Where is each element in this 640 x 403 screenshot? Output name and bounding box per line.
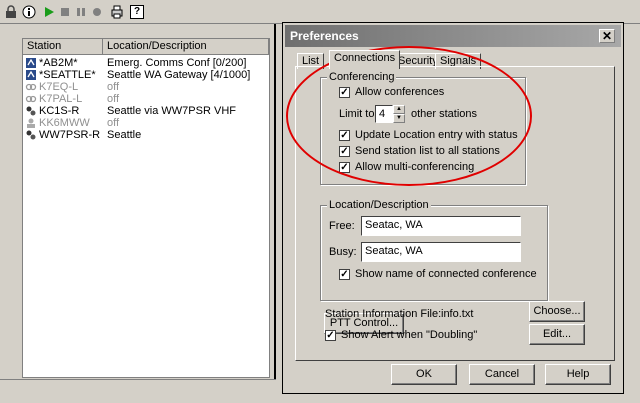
free-input[interactable]: Seatac, WA (361, 216, 521, 236)
station-callsign: *SEATTLE* (39, 69, 96, 81)
column-header-station[interactable]: Station (23, 39, 103, 55)
limit-input[interactable]: 4 (375, 105, 393, 123)
ok-button[interactable]: OK (391, 364, 457, 385)
busy-label: Busy: (329, 246, 357, 258)
station-location: Seattle (107, 129, 142, 141)
station-location: off (107, 117, 120, 129)
allow-conferences-checkbox[interactable]: ✓ (339, 87, 350, 98)
column-header-location[interactable]: Location/Description (103, 39, 269, 55)
station-callsign: KC1S-R (39, 105, 80, 117)
info-icon[interactable] (22, 5, 36, 19)
station-location: Seattle WA Gateway [4/1000] (107, 69, 251, 81)
lock-icon[interactable] (4, 5, 18, 19)
station-location: off (107, 93, 120, 105)
update-location-checkbox[interactable]: ✓ (339, 130, 350, 141)
station-rows: *AB2M* Emerg. Comms Conf [0/200] *SEATTLE*… (23, 56, 269, 356)
repeater-icon (25, 105, 37, 117)
help-button[interactable]: Help (545, 364, 611, 385)
stop-icon[interactable] (58, 5, 72, 19)
limit-suffix: other stations (411, 108, 478, 120)
pause-icon[interactable] (74, 5, 88, 19)
send-station-list-label: Send station list to all stations (355, 145, 500, 157)
station-location: Emerg. Comms Conf [0/200] (107, 57, 247, 69)
tab-connections[interactable]: Connections (329, 50, 401, 69)
status-strip (0, 379, 276, 403)
allow-multi-label: Allow multi-conferencing (355, 161, 475, 173)
free-label: Free: (329, 220, 355, 232)
station-list[interactable]: Station Location/Description *AB2M* Emerg… (22, 38, 270, 378)
update-location-label: Update Location entry with status (355, 129, 518, 141)
station-info-label: Station Information File: (325, 308, 442, 320)
allow-multi-checkbox[interactable]: ✓ (339, 162, 350, 173)
station-location: Seattle via WW7PSR VHF (107, 105, 236, 117)
station-panel: Station Location/Description *AB2M* Emerg… (0, 24, 276, 379)
limit-stepper[interactable]: ▲ ▼ (393, 105, 405, 123)
show-alert-checkbox[interactable]: ✓ (325, 330, 336, 341)
conferencing-group: Conferencing ✓ Allow conferences Limit t… (320, 71, 526, 185)
user-icon (25, 117, 37, 129)
print-icon[interactable] (110, 5, 124, 19)
location-group: Location/Description Free: Seatac, WA Bu… (320, 199, 548, 301)
repeater-icon (25, 129, 37, 141)
station-info-value: info.txt (441, 308, 474, 320)
record-icon[interactable] (90, 5, 104, 19)
toolbar: ? (0, 0, 640, 24)
conferencing-group-label: Conferencing (327, 71, 397, 83)
chevron-down-icon[interactable]: ▼ (393, 114, 405, 123)
allow-conferences-label: Allow conferences (355, 86, 445, 98)
play-icon[interactable] (42, 5, 56, 19)
station-callsign: KK6MWW (39, 117, 90, 129)
station-location: off (107, 81, 120, 93)
cancel-button[interactable]: Cancel (469, 364, 535, 385)
dialog-titlebar[interactable]: Preferences ✕ (285, 25, 621, 47)
link-icon (25, 93, 37, 105)
conference-icon (25, 57, 37, 69)
conference-icon (25, 69, 37, 81)
send-station-list-checkbox[interactable]: ✓ (339, 146, 350, 157)
link-icon (25, 81, 37, 93)
edit-button[interactable]: Edit... (529, 324, 585, 345)
station-callsign: WW7PSR-R (39, 129, 101, 141)
dialog-title: Preferences (290, 29, 359, 43)
show-name-label: Show name of connected conference (355, 268, 537, 280)
show-alert-label: Show Alert when "Doubling" (341, 329, 478, 341)
preferences-dialog: Preferences ✕ List Connections Security … (282, 22, 624, 394)
chevron-up-icon[interactable]: ▲ (393, 105, 405, 114)
station-callsign: K7EQ-L (39, 81, 79, 93)
close-icon[interactable]: ✕ (599, 29, 615, 43)
station-callsign: K7PAL-L (39, 93, 83, 105)
choose-button[interactable]: Choose... (529, 301, 585, 322)
location-group-label: Location/Description (327, 199, 431, 211)
busy-input[interactable]: Seatac, WA (361, 242, 521, 262)
help-icon[interactable]: ? (130, 5, 144, 19)
station-callsign: *AB2M* (39, 57, 78, 69)
show-name-checkbox[interactable]: ✓ (339, 269, 350, 280)
limit-label: Limit to (339, 108, 375, 120)
